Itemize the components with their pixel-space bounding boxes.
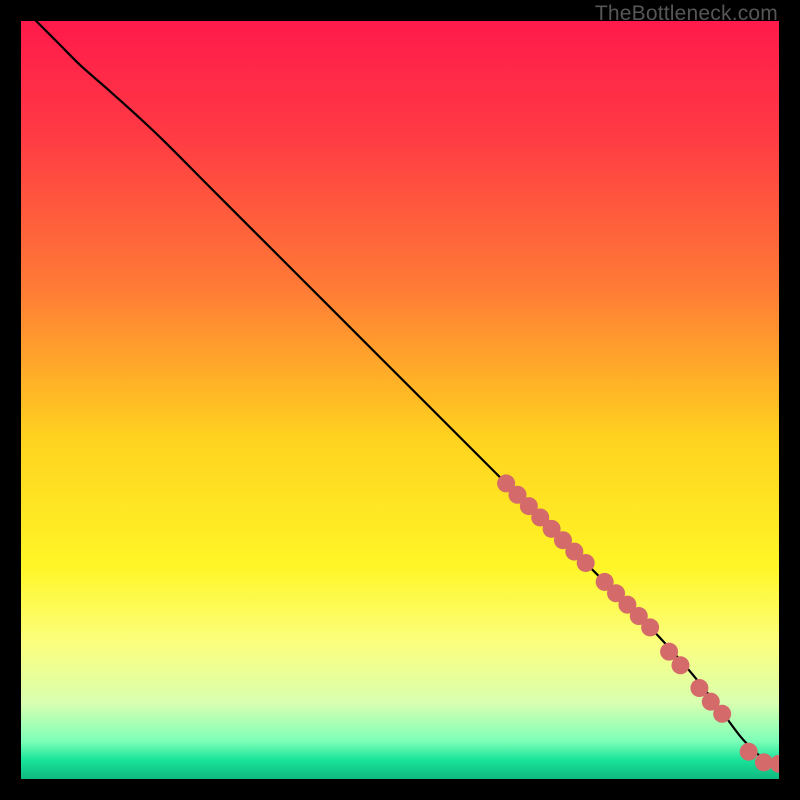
marker-dot xyxy=(641,618,659,636)
marker-dot xyxy=(577,554,595,572)
chart-svg xyxy=(21,21,779,779)
marker-dot xyxy=(671,656,689,674)
gradient-background xyxy=(21,21,779,779)
marker-dot xyxy=(713,705,731,723)
chart-frame: TheBottleneck.com xyxy=(0,0,800,800)
plot-area xyxy=(21,21,779,779)
marker-dot xyxy=(740,743,758,761)
